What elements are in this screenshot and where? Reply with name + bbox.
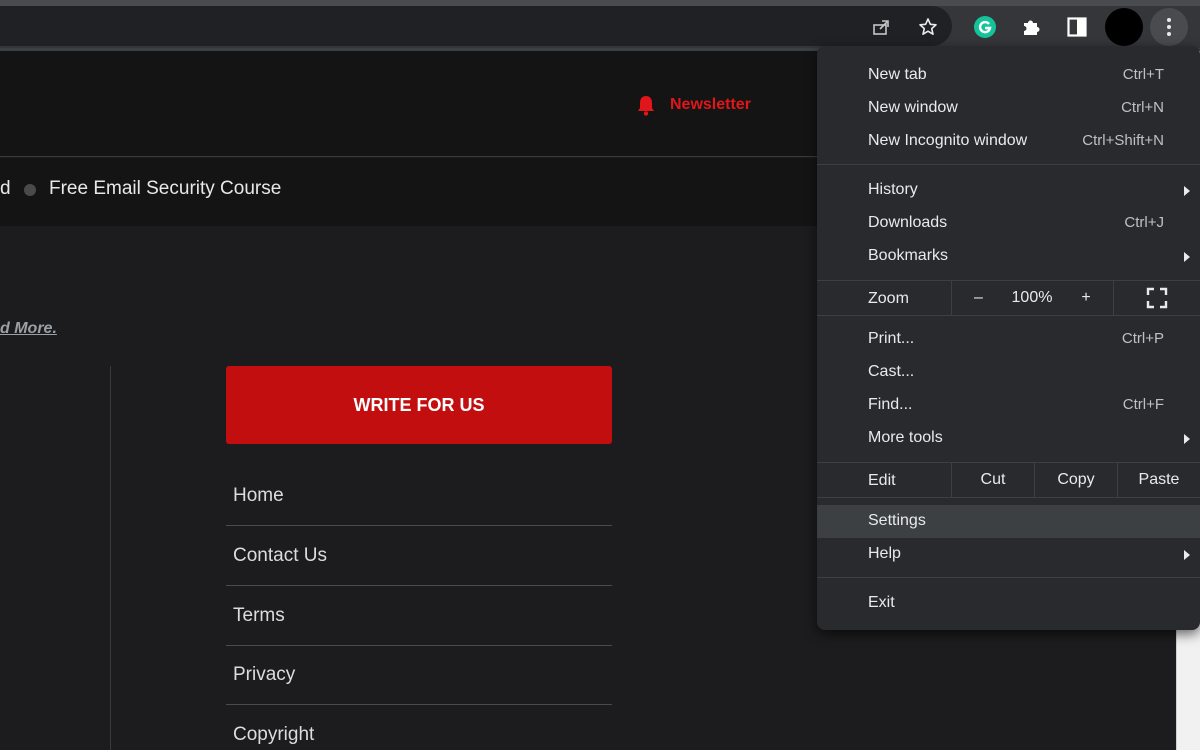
fullscreen-button[interactable] xyxy=(1113,281,1200,315)
bell-icon xyxy=(638,96,654,116)
copy-button[interactable]: Copy xyxy=(1034,463,1117,497)
address-bar[interactable] xyxy=(0,6,952,46)
newsletter-link[interactable]: Newsletter xyxy=(636,94,751,116)
submenu-arrow-icon xyxy=(1184,252,1190,262)
menu-item-more-tools[interactable]: More tools xyxy=(817,422,1200,455)
submenu-arrow-icon xyxy=(1184,434,1190,444)
edit-row: Edit Cut Copy Paste xyxy=(817,462,1200,498)
menu-item-exit[interactable]: Exit xyxy=(817,587,1200,620)
side-link-terms[interactable]: Terms xyxy=(226,586,612,646)
side-link-contact[interactable]: Contact Us xyxy=(226,526,612,586)
menu-item-downloads[interactable]: Downloads Ctrl+J xyxy=(817,207,1200,240)
menu-item-cast[interactable]: Cast... xyxy=(817,356,1200,389)
paste-button[interactable]: Paste xyxy=(1117,463,1200,497)
menu-separator xyxy=(817,164,1200,165)
side-link-copyright[interactable]: Copyright xyxy=(226,705,612,750)
chrome-main-menu: New tab Ctrl+T New window Ctrl+N New Inc… xyxy=(817,46,1200,630)
zoom-in-button[interactable]: + xyxy=(1059,281,1113,315)
zoom-level: 100% xyxy=(1011,289,1053,306)
edit-label: Edit xyxy=(868,472,896,489)
fullscreen-icon xyxy=(1146,287,1168,309)
column-divider xyxy=(110,366,111,750)
bookmark-star-icon[interactable] xyxy=(917,16,939,38)
submenu-arrow-icon xyxy=(1184,550,1190,560)
side-panel-icon[interactable] xyxy=(1062,12,1092,42)
screen: Newsletter d Free Email Security Course … xyxy=(0,0,1200,750)
menu-item-new-window[interactable]: New window Ctrl+N xyxy=(817,92,1200,125)
zoom-row: Zoom – 100% + xyxy=(817,280,1200,316)
write-for-us-button[interactable]: WRITE FOR US xyxy=(226,366,612,444)
side-link-privacy[interactable]: Privacy xyxy=(226,645,612,705)
menu-item-new-incognito[interactable]: New Incognito window Ctrl+Shift+N xyxy=(817,125,1200,158)
menu-separator xyxy=(817,577,1200,578)
menu-item-history[interactable]: History xyxy=(817,174,1200,207)
menu-item-find[interactable]: Find... Ctrl+F xyxy=(817,389,1200,422)
read-more-link[interactable]: d More. xyxy=(0,320,57,338)
newsletter-label: Newsletter xyxy=(670,96,751,113)
submenu-arrow-icon xyxy=(1184,186,1190,196)
menu-item-help[interactable]: Help xyxy=(817,538,1200,571)
menu-item-print[interactable]: Print... Ctrl+P xyxy=(817,323,1200,356)
share-icon[interactable] xyxy=(870,16,892,38)
browser-toolbar xyxy=(0,6,1200,48)
nav-separator-dot xyxy=(24,184,36,196)
more-menu-icon[interactable] xyxy=(1150,8,1188,46)
menu-item-bookmarks[interactable]: Bookmarks xyxy=(817,240,1200,273)
nav-item-email-course[interactable]: Free Email Security Course xyxy=(49,178,281,200)
menu-item-new-tab[interactable]: New tab Ctrl+T xyxy=(817,59,1200,92)
zoom-out-button[interactable]: – xyxy=(951,281,1005,315)
cut-button[interactable]: Cut xyxy=(951,463,1034,497)
zoom-label: Zoom xyxy=(868,290,909,307)
profile-avatar[interactable] xyxy=(1104,7,1144,47)
extensions-puzzle-icon[interactable] xyxy=(1016,12,1046,42)
menu-item-settings[interactable]: Settings xyxy=(817,505,1200,538)
nav-item-partial[interactable]: d xyxy=(0,178,11,200)
side-link-home[interactable]: Home xyxy=(226,466,612,526)
grammarly-icon[interactable] xyxy=(970,12,1000,42)
